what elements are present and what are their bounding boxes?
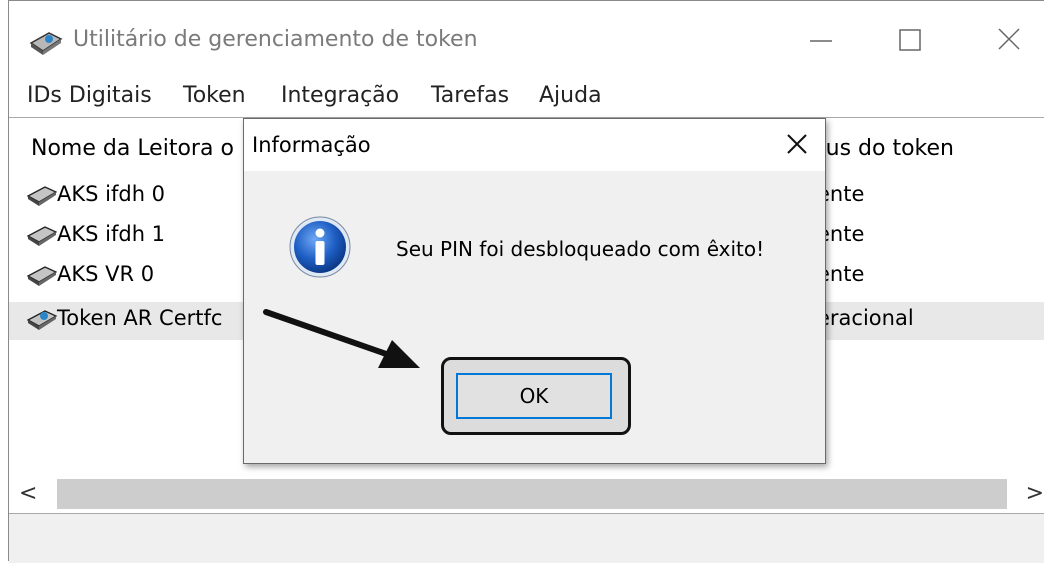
column-header-name[interactable]: Nome da Leitora o (31, 136, 234, 161)
dialog-message: Seu PIN foi desbloqueado com êxito! (396, 237, 765, 261)
title-bar[interactable]: Utilitário de gerenciamento de token (9, 1, 1044, 79)
close-icon (787, 134, 807, 154)
maximize-button[interactable] (883, 17, 939, 63)
info-icon (289, 216, 351, 278)
reader-status: eracional (817, 306, 914, 330)
maximize-icon (899, 29, 921, 51)
close-button[interactable] (981, 17, 1037, 63)
menu-ajuda[interactable]: Ajuda (539, 83, 602, 108)
scrollbar-thumb[interactable] (57, 479, 1007, 509)
reader-name: AKS ifdh 0 (57, 182, 166, 206)
token-reader-icon (27, 310, 57, 330)
dialog-title: Informação (252, 133, 371, 157)
menu-bar: IDs Digitais Token Integração Tarefas Aj… (9, 79, 1044, 117)
reader-name: AKS ifdh 1 (57, 222, 166, 246)
reader-name: AKS VR 0 (57, 262, 155, 286)
menu-integracao[interactable]: Integração (281, 83, 399, 108)
scroll-right-arrow[interactable]: > (1026, 481, 1044, 506)
app-icon (29, 32, 63, 55)
minimize-button[interactable] (793, 17, 849, 63)
dialog-title-bar[interactable]: Informação (244, 119, 825, 171)
card-reader-icon (27, 186, 57, 206)
window-title: Utilitário de gerenciamento de token (73, 27, 478, 52)
card-reader-icon (27, 266, 57, 286)
menu-token[interactable]: Token (183, 83, 246, 108)
minimize-icon (810, 40, 832, 42)
dialog-close-button[interactable] (775, 125, 819, 165)
menu-tarefas[interactable]: Tarefas (431, 83, 509, 108)
horizontal-scrollbar[interactable]: < > (9, 477, 1044, 513)
scroll-left-arrow[interactable]: < (19, 481, 37, 506)
ok-button[interactable]: OK (456, 373, 612, 419)
close-icon (998, 28, 1020, 50)
information-dialog: Informação Seu PIN foi desbloqueado com … (243, 118, 826, 464)
reader-name: Token AR Certfc (57, 306, 223, 330)
column-header-status[interactable]: tus do token (817, 136, 954, 161)
card-reader-icon (27, 226, 57, 246)
menu-ids-digitais[interactable]: IDs Digitais (27, 83, 152, 108)
status-bar (9, 513, 1044, 563)
